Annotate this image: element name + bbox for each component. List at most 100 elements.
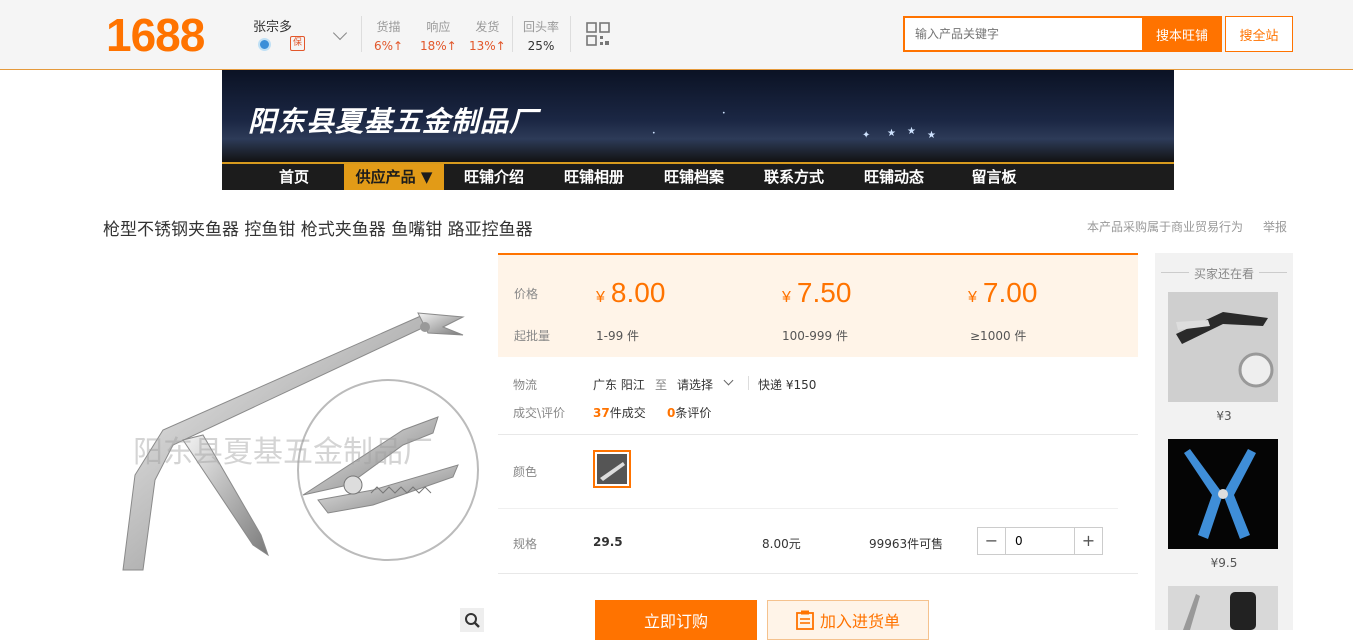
search-input[interactable] <box>903 16 1143 52</box>
qr-code-icon[interactable] <box>586 22 610 46</box>
shop-title: 阳东县夏基五金制品厂 <box>248 105 539 138</box>
star-decoration: ★ <box>927 130 936 141</box>
trade-notice: 本产品采购属于商业贸易行为 <box>1087 220 1244 234</box>
add-to-cart-button[interactable]: 加入进货单 <box>767 600 929 640</box>
divider <box>361 16 362 52</box>
star-decoration: • <box>652 130 656 137</box>
divider <box>570 16 571 52</box>
currency-symbol: ¥ <box>596 289 605 306</box>
logistics-label: 物流 <box>513 378 538 392</box>
stat-label: 发货 <box>475 20 500 34</box>
verified-badge-icon[interactable] <box>258 38 271 51</box>
nav-updates[interactable]: 旺铺动态 <box>844 164 944 190</box>
moq-label: 起批量 <box>514 329 551 343</box>
price-value: 7.50 <box>796 277 852 308</box>
chevron-down-icon[interactable] <box>332 25 348 41</box>
clipboard-icon <box>796 610 814 630</box>
deal-count: 37件成交 <box>593 404 646 421</box>
star-decoration: ★ <box>887 128 896 139</box>
star-decoration: • <box>722 110 726 117</box>
price-box: 价格 起批量 ¥8.00 ¥7.50 ¥7.00 1-99 件 100-999 … <box>498 253 1138 357</box>
divider <box>512 16 513 52</box>
stat-response: 响应 18%↑ <box>420 18 457 53</box>
search-shop-button[interactable]: 搜本旺铺 <box>1142 16 1222 52</box>
site-logo[interactable]: 1688 <box>106 10 205 60</box>
stat-value: 6%↑ <box>374 39 404 53</box>
guarantee-badge-icon[interactable]: 保 <box>290 36 305 51</box>
spec-label: 规格 <box>513 537 538 551</box>
stat-description: 货描 6%↑ <box>374 18 403 53</box>
moq-range-3: ≥1000 件 <box>970 329 1027 343</box>
nav-intro[interactable]: 旺铺介绍 <box>444 164 544 190</box>
related-product-price: ¥9.5 <box>1210 556 1238 570</box>
nav-archive[interactable]: 旺铺档案 <box>644 164 744 190</box>
nav-album[interactable]: 旺铺相册 <box>544 164 644 190</box>
nav-contact[interactable]: 联系方式 <box>744 164 844 190</box>
stat-value: 18%↑ <box>420 39 457 53</box>
shop-owner-name[interactable]: 张宗多 <box>253 16 292 35</box>
divider <box>498 573 1138 574</box>
chevron-down-icon[interactable] <box>723 375 734 386</box>
stat-value: 13%↑ <box>469 39 506 53</box>
currency-symbol: ¥ <box>782 289 791 306</box>
divider <box>1259 272 1287 273</box>
stat-label: 货描 <box>376 20 401 34</box>
increase-button[interactable]: + <box>1074 528 1102 554</box>
related-product-image[interactable] <box>1168 586 1278 630</box>
price-value: 8.00 <box>610 277 666 308</box>
nav-messages[interactable]: 留言板 <box>944 164 1044 190</box>
stat-repurchase: 回头率 25% <box>523 18 559 53</box>
divider <box>498 434 1138 435</box>
nav-home[interactable]: 首页 <box>244 164 344 190</box>
search-all-button[interactable]: 搜全站 <box>1225 16 1293 52</box>
stat-shipping: 发货 13%↑ <box>469 18 506 53</box>
sidebar-title: 买家还在看 <box>1193 267 1254 281</box>
quantity-stepper: − + <box>977 527 1103 555</box>
related-product-thumb <box>1168 292 1278 402</box>
report-link[interactable]: 举报 <box>1263 218 1287 235</box>
product-title: 枪型不锈钢夹鱼器 控鱼钳 枪式夹鱼器 鱼嘴钳 路亚控鱼器 <box>103 220 533 240</box>
nav-products[interactable]: 供应产品 ▼ <box>344 164 444 190</box>
divider <box>748 376 749 390</box>
related-product-thumb <box>1168 439 1278 549</box>
buy-now-button[interactable]: 立即订购 <box>595 600 757 640</box>
top-bar: 1688 张宗多 保 货描 6%↑ 响应 18%↑ 发货 13%↑ 回头率 25… <box>0 0 1353 70</box>
decrease-button[interactable]: − <box>978 528 1006 554</box>
price-tier-3: ¥7.00 <box>968 277 1037 309</box>
quantity-input[interactable] <box>1007 528 1075 554</box>
spec-stock: 99963件可售 <box>869 537 944 551</box>
currency-symbol: ¥ <box>968 289 977 306</box>
deal-count-number: 37 <box>593 406 610 420</box>
stat-label: 响应 <box>426 20 451 34</box>
moq-range-2: 100-999 件 <box>782 329 848 343</box>
review-count-suffix: 条评价 <box>675 406 712 420</box>
swatch-image <box>597 454 627 484</box>
image-watermark: 阳东县夏基五金制品厂 <box>133 435 433 470</box>
also-viewed-sidebar: 买家还在看 ¥3 ¥9.5 <box>1155 253 1293 630</box>
star-decoration: ★ <box>907 126 916 137</box>
shipping-fee: 快递 ¥150 <box>758 378 817 392</box>
related-product-thumb <box>1168 586 1278 630</box>
stat-label: 回头率 <box>523 20 560 34</box>
review-count[interactable]: 0条评价 <box>667 404 711 421</box>
related-product-image[interactable] <box>1168 439 1278 549</box>
destination-select[interactable]: 请选择 <box>677 376 713 393</box>
related-product-price: ¥3 <box>1216 409 1232 423</box>
shop-nav: 首页 供应产品 ▼ 旺铺介绍 旺铺相册 旺铺档案 联系方式 旺铺动态 留言板 <box>222 162 1174 190</box>
divider <box>498 508 1118 509</box>
deal-count-suffix: 件成交 <box>609 406 646 420</box>
ship-to-word: 至 <box>655 378 668 392</box>
color-swatch[interactable] <box>593 450 631 488</box>
price-tier-2: ¥7.50 <box>782 277 851 309</box>
price-value: 7.00 <box>982 277 1038 308</box>
related-product-image[interactable] <box>1168 292 1278 402</box>
product-image[interactable]: 阳东县夏基五金制品厂 <box>103 255 488 630</box>
moq-range-1: 1-99 件 <box>596 329 640 343</box>
ship-from: 广东 阳江 <box>593 378 645 392</box>
spec-price: 8.00元 <box>762 537 801 551</box>
stat-value: 25% <box>527 39 555 53</box>
magnify-icon[interactable] <box>460 608 484 632</box>
color-label: 颜色 <box>513 465 538 479</box>
spec-value: 29.5 <box>593 535 623 549</box>
price-tier-1: ¥8.00 <box>596 277 665 309</box>
